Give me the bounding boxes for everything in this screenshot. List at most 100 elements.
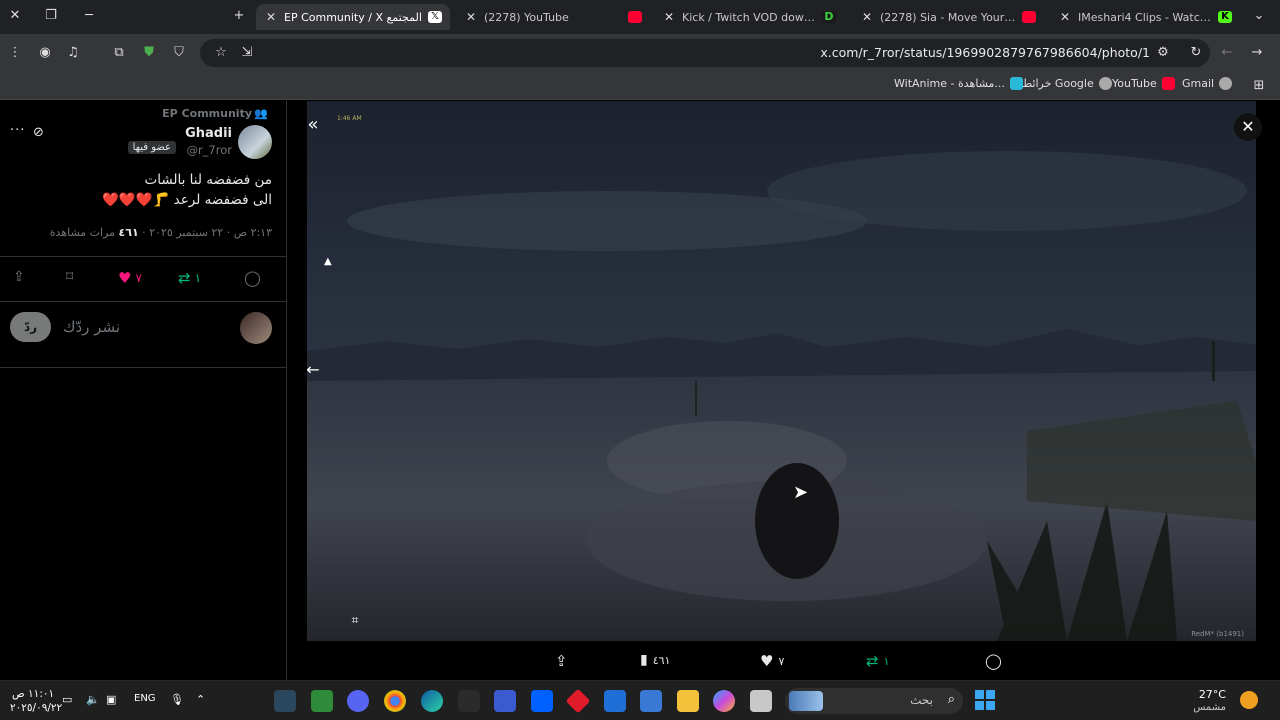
user-handle[interactable]: @r_7ror bbox=[186, 143, 232, 157]
bookmark-google-maps[interactable]: خرائط Google bbox=[1022, 77, 1112, 90]
steam-icon[interactable] bbox=[274, 690, 296, 712]
microphone-icon[interactable]: 🎙 bbox=[170, 693, 184, 706]
copilot-icon[interactable] bbox=[713, 690, 735, 712]
tab-vod-downloader[interactable]: ✕ Kick / Twitch VOD downloader D bbox=[654, 4, 844, 30]
address-bar[interactable]: ☆ ⇲ x.com/r_7ror/status/1969902879767986… bbox=[200, 39, 1210, 67]
close-icon[interactable]: ✕ bbox=[264, 10, 278, 24]
collapse-panel-icon[interactable]: « bbox=[301, 113, 325, 137]
bookmark-icon: ⌑ bbox=[66, 269, 74, 285]
profile-avatar-icon[interactable]: ◉ bbox=[36, 44, 54, 62]
close-icon[interactable]: ✕ bbox=[1058, 10, 1072, 24]
bookmark-witanime[interactable]: WitAnime - مشاهدة... bbox=[894, 77, 1023, 90]
image-scan-icon[interactable]: ⌗ bbox=[343, 608, 367, 632]
youtube-icon bbox=[1022, 11, 1036, 23]
viewer-reply-button[interactable]: ◯ bbox=[985, 652, 1002, 670]
window-minimize-icon[interactable]: ─ bbox=[80, 8, 98, 23]
menu-kebab-icon[interactable]: ⋮ bbox=[6, 44, 24, 62]
previous-arrow-icon[interactable]: ← bbox=[301, 358, 325, 382]
mouse-pointer-icon: ▲ bbox=[324, 256, 332, 267]
shield-extension-icon[interactable]: ⛊ bbox=[140, 44, 158, 62]
site-settings-icon[interactable]: ⚙ bbox=[1154, 44, 1172, 62]
back-icon[interactable]: ← bbox=[1218, 44, 1236, 62]
game-screenshot-photo[interactable]: 1:46 AM RedM* (b1491) ⌗ bbox=[307, 101, 1256, 641]
app-red-icon[interactable] bbox=[565, 688, 591, 714]
reply-input[interactable]: نشر ردّك bbox=[63, 318, 120, 336]
reload-icon[interactable]: ↻ bbox=[1187, 44, 1205, 62]
window-close-icon[interactable]: ✕ bbox=[6, 8, 24, 23]
sun-icon[interactable] bbox=[1240, 691, 1258, 709]
view-count: ٤٦١ bbox=[652, 653, 671, 667]
discord-icon[interactable] bbox=[347, 690, 369, 712]
edge-icon[interactable] bbox=[421, 690, 443, 712]
chrome-icon[interactable] bbox=[384, 690, 406, 712]
repost-action[interactable]: ⇄ ١ bbox=[178, 269, 201, 287]
weather-condition[interactable]: مشمس bbox=[1193, 702, 1226, 713]
windows-taskbar: ١١:٠١ ص ٢٠٢٥/٠٩/٢٢ ▭ 🔈 ▣ ENG 🎙 ⌃ بحث ⌕ 2… bbox=[0, 680, 1280, 720]
new-tab-icon[interactable]: + bbox=[230, 8, 248, 23]
volume-icon[interactable]: 🔈 bbox=[86, 693, 100, 706]
repost-icon: ⇄ bbox=[866, 652, 879, 670]
tab-youtube[interactable]: ✕ (2278) YouTube bbox=[456, 4, 650, 30]
more-options-icon[interactable]: ··· bbox=[10, 123, 25, 138]
bookmark-gmail[interactable]: Gmail bbox=[1182, 77, 1233, 90]
battery-icon[interactable]: ▭ bbox=[62, 693, 72, 706]
tweet-text-line: من فضفضه لنا بالشات bbox=[144, 172, 272, 188]
extensions-icon[interactable]: ⧉ bbox=[110, 44, 128, 62]
clock-date[interactable]: ٢٠٢٥/٠٩/٢٢ bbox=[10, 702, 62, 714]
network-icon[interactable]: ▣ bbox=[106, 693, 116, 706]
all-bookmarks-icon[interactable]: ⊞ bbox=[1250, 77, 1268, 95]
app-green-icon[interactable] bbox=[311, 690, 333, 712]
divider bbox=[0, 367, 287, 368]
tab-ep-community[interactable]: ✕ EP Community / X المجتمع 𝕏 bbox=[256, 4, 450, 30]
views-label: مرات مشاهدة bbox=[49, 226, 119, 239]
like-action[interactable]: ♥ ٧ bbox=[118, 269, 142, 287]
language-indicator[interactable]: ENG bbox=[134, 693, 156, 704]
forward-icon[interactable]: → bbox=[1248, 44, 1266, 62]
close-icon[interactable]: ✕ bbox=[860, 10, 874, 24]
viewer-repost-button[interactable]: ⇄ ١ bbox=[866, 652, 890, 670]
viewer-views-button[interactable]: ▮ ٤٦١ bbox=[640, 652, 670, 668]
task-view-icon[interactable] bbox=[750, 690, 772, 712]
clock-time[interactable]: ١١:٠١ ص bbox=[12, 688, 54, 700]
windows-start-icon[interactable] bbox=[975, 690, 995, 710]
search-highlight-image bbox=[789, 691, 823, 711]
tab-search-chevron-icon[interactable]: ⌄ bbox=[1250, 8, 1268, 23]
bookmark-youtube[interactable]: YouTube bbox=[1112, 77, 1175, 90]
file-explorer-icon[interactable] bbox=[677, 690, 699, 712]
reply-action[interactable]: ◯ bbox=[244, 269, 261, 287]
close-icon[interactable]: ✕ bbox=[662, 10, 676, 24]
mail-icon[interactable] bbox=[604, 690, 626, 712]
like-count: ٧ bbox=[135, 271, 142, 285]
adblock-extension-icon[interactable]: ⛉ bbox=[170, 44, 188, 62]
epic-games-icon[interactable] bbox=[458, 690, 480, 712]
viewer-like-button[interactable]: ♥ ٧ bbox=[760, 652, 784, 670]
search-label: بحث bbox=[910, 693, 933, 707]
tab-kick-clips[interactable]: ✕ IMeshari4 Clips - Watch Live on K bbox=[1050, 4, 1240, 30]
store-icon[interactable] bbox=[640, 690, 662, 712]
display-name[interactable]: Ghadii bbox=[185, 126, 232, 141]
tweet-timestamp[interactable]: ٢:١٣ ص · ٢٢ سبتمبر ٢٠٢٥ · bbox=[139, 226, 272, 239]
viewer-share-button[interactable]: ⇪ bbox=[555, 652, 568, 670]
url-text[interactable]: x.com/r_7ror/status/1969902879767986604/… bbox=[820, 45, 1150, 60]
tray-chevron-icon[interactable]: ⌃ bbox=[196, 693, 205, 706]
media-control-icon[interactable]: ♫ bbox=[64, 44, 82, 62]
window-restore-icon[interactable]: ❐ bbox=[42, 8, 60, 23]
share-action[interactable]: ⇪ bbox=[13, 269, 25, 285]
dropbox-icon[interactable] bbox=[531, 690, 553, 712]
grok-icon[interactable]: ⊘ bbox=[33, 125, 44, 140]
install-app-icon[interactable]: ⇲ bbox=[238, 44, 256, 62]
close-icon[interactable]: ✕ bbox=[464, 10, 478, 24]
taskbar-search[interactable]: بحث ⌕ bbox=[785, 688, 963, 714]
close-viewer-button[interactable]: ✕ bbox=[1234, 113, 1262, 141]
bookmark-star-icon[interactable]: ☆ bbox=[212, 44, 230, 62]
community-name[interactable]: EP Community bbox=[162, 107, 252, 120]
bookmark-action[interactable]: ⌑ bbox=[66, 269, 73, 285]
avatar[interactable] bbox=[238, 125, 272, 159]
tab-sia-youtube[interactable]: ✕ (2278) Sia - Move Your Body (A bbox=[852, 4, 1044, 30]
media-viewer: 1:46 AM RedM* (b1491) ⌗ « ✕ ← ◯ ⇄ ١ ♥ ٧ … bbox=[288, 101, 1280, 680]
bookmark-label: YouTube bbox=[1112, 77, 1157, 90]
app-blue-icon[interactable] bbox=[494, 690, 516, 712]
heart-filled-icon: ♥ bbox=[118, 269, 132, 287]
reply-button[interactable]: ردّ bbox=[10, 312, 51, 342]
weather-temperature[interactable]: 27°C bbox=[1199, 688, 1226, 701]
